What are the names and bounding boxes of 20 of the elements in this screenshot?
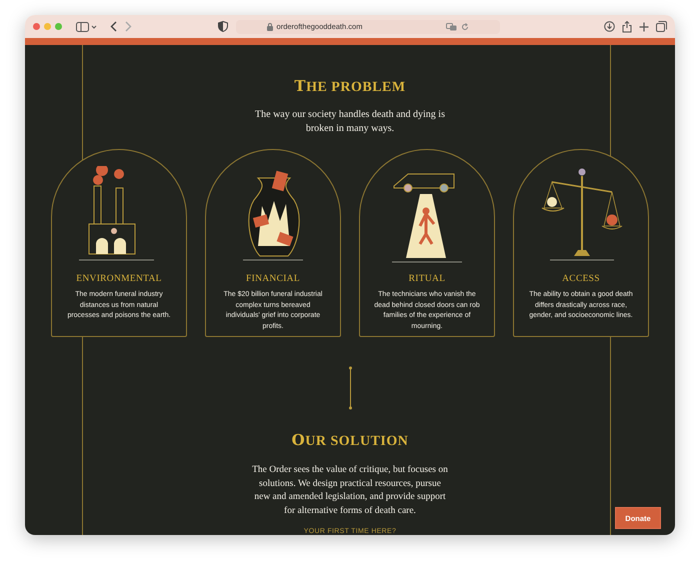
solution-text: The Order sees the value of critique, but focuses on solutions. We design practical resources, pursue new and amended legislation, and provide support for alternative forms of death care. xyxy=(252,464,448,518)
close-button[interactable] xyxy=(33,23,40,30)
share-icon[interactable] xyxy=(622,20,632,32)
tabs-overview-icon[interactable] xyxy=(656,21,667,32)
shield-icon[interactable] xyxy=(218,21,228,32)
connector-line xyxy=(348,366,352,410)
card-title: FINANCIAL xyxy=(246,274,300,284)
reload-icon[interactable] xyxy=(461,22,470,30)
back-icon[interactable] xyxy=(110,21,117,32)
section-heading: THE PROBLEM xyxy=(294,77,406,97)
download-icon[interactable] xyxy=(604,21,615,32)
translate-icon[interactable] xyxy=(446,22,458,30)
section-heading: OUR SOLUTION xyxy=(292,431,408,451)
sidebar-icon[interactable] xyxy=(76,22,98,32)
card-title: ENVIRONMENTAL xyxy=(76,274,162,284)
card-title: ACCESS xyxy=(562,274,600,284)
card-title: RITUAL xyxy=(408,274,446,284)
intro-text: The way our society handles death and dying is broken in many ways. xyxy=(254,108,446,136)
new-tab-icon[interactable] xyxy=(639,22,649,32)
lock-icon xyxy=(266,22,273,30)
